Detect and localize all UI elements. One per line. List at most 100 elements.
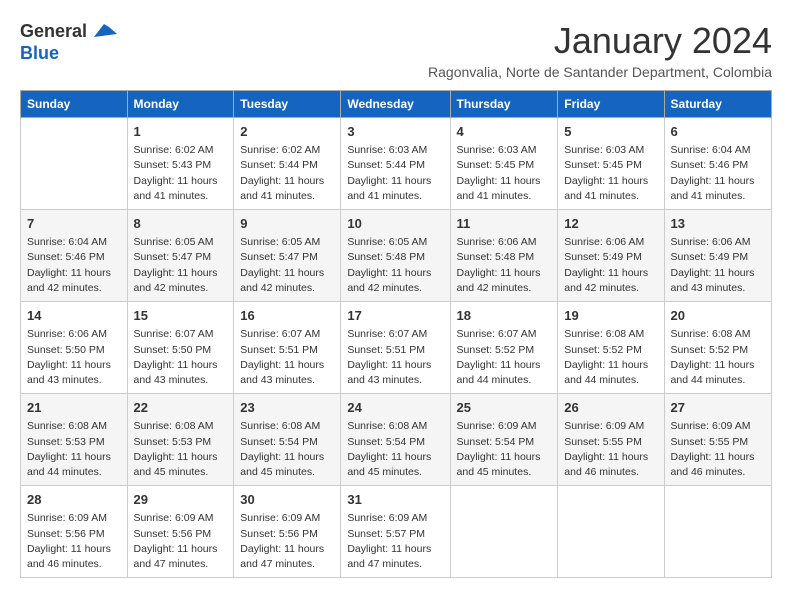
day-number: 23 [240, 399, 334, 417]
calendar-cell: 9 Sunrise: 6:05 AM Sunset: 5:47 PM Daylig… [234, 210, 341, 302]
logo: General Blue [20, 20, 119, 64]
cell-info: Sunrise: 6:08 AM Sunset: 5:54 PM Dayligh… [347, 419, 443, 480]
day-number: 30 [240, 491, 334, 509]
calendar-cell [664, 486, 771, 578]
calendar-header-row: SundayMondayTuesdayWednesdayThursdayFrid… [21, 91, 772, 118]
day-number: 13 [671, 215, 765, 233]
calendar-cell: 8 Sunrise: 6:05 AM Sunset: 5:47 PM Daylig… [127, 210, 234, 302]
calendar-cell: 4 Sunrise: 6:03 AM Sunset: 5:45 PM Daylig… [450, 118, 558, 210]
weekday-header-tuesday: Tuesday [234, 91, 341, 118]
cell-info: Sunrise: 6:09 AM Sunset: 5:56 PM Dayligh… [27, 511, 121, 572]
cell-info: Sunrise: 6:07 AM Sunset: 5:50 PM Dayligh… [134, 327, 228, 388]
cell-info: Sunrise: 6:03 AM Sunset: 5:44 PM Dayligh… [347, 143, 443, 204]
day-number: 21 [27, 399, 121, 417]
day-number: 10 [347, 215, 443, 233]
day-number: 28 [27, 491, 121, 509]
cell-info: Sunrise: 6:05 AM Sunset: 5:47 PM Dayligh… [134, 235, 228, 296]
cell-info: Sunrise: 6:07 AM Sunset: 5:51 PM Dayligh… [240, 327, 334, 388]
calendar-cell: 18 Sunrise: 6:07 AM Sunset: 5:52 PM Dayli… [450, 302, 558, 394]
calendar-cell: 3 Sunrise: 6:03 AM Sunset: 5:44 PM Daylig… [341, 118, 450, 210]
cell-info: Sunrise: 6:03 AM Sunset: 5:45 PM Dayligh… [457, 143, 552, 204]
day-number: 29 [134, 491, 228, 509]
calendar-cell: 27 Sunrise: 6:09 AM Sunset: 5:55 PM Dayli… [664, 394, 771, 486]
calendar-cell: 23 Sunrise: 6:08 AM Sunset: 5:54 PM Dayli… [234, 394, 341, 486]
calendar-cell: 29 Sunrise: 6:09 AM Sunset: 5:56 PM Dayli… [127, 486, 234, 578]
day-number: 7 [27, 215, 121, 233]
calendar-cell: 13 Sunrise: 6:06 AM Sunset: 5:49 PM Dayli… [664, 210, 771, 302]
calendar-cell: 26 Sunrise: 6:09 AM Sunset: 5:55 PM Dayli… [558, 394, 664, 486]
cell-info: Sunrise: 6:08 AM Sunset: 5:53 PM Dayligh… [134, 419, 228, 480]
day-number: 22 [134, 399, 228, 417]
day-number: 14 [27, 307, 121, 325]
calendar-cell: 14 Sunrise: 6:06 AM Sunset: 5:50 PM Dayli… [21, 302, 128, 394]
weekday-header-saturday: Saturday [664, 91, 771, 118]
day-number: 3 [347, 123, 443, 141]
calendar-cell: 2Sunrise: 6:02 AM Sunset: 5:44 PM Daylig… [234, 118, 341, 210]
cell-info: Sunrise: 6:09 AM Sunset: 5:55 PM Dayligh… [671, 419, 765, 480]
calendar-week-row: 21 Sunrise: 6:08 AM Sunset: 5:53 PM Dayli… [21, 394, 772, 486]
day-number: 27 [671, 399, 765, 417]
cell-info: Sunrise: 6:06 AM Sunset: 5:49 PM Dayligh… [564, 235, 657, 296]
day-number: 11 [457, 215, 552, 233]
location-subtitle: Ragonvalia, Norte de Santander Departmen… [428, 64, 772, 80]
calendar-cell: 28 Sunrise: 6:09 AM Sunset: 5:56 PM Dayli… [21, 486, 128, 578]
cell-info: Sunrise: 6:09 AM Sunset: 5:54 PM Dayligh… [457, 419, 552, 480]
calendar-cell: 12 Sunrise: 6:06 AM Sunset: 5:49 PM Dayli… [558, 210, 664, 302]
calendar-week-row: 28 Sunrise: 6:09 AM Sunset: 5:56 PM Dayli… [21, 486, 772, 578]
calendar-cell [558, 486, 664, 578]
day-number: 16 [240, 307, 334, 325]
day-number: 18 [457, 307, 552, 325]
day-number: 5 [564, 123, 657, 141]
day-number: 2 [240, 123, 334, 141]
calendar-cell: 1Sunrise: 6:02 AM Sunset: 5:43 PM Daylig… [127, 118, 234, 210]
calendar-cell: 30 Sunrise: 6:09 AM Sunset: 5:56 PM Dayli… [234, 486, 341, 578]
calendar-cell: 31Sunrise: 6:09 AM Sunset: 5:57 PM Dayli… [341, 486, 450, 578]
cell-info: Sunrise: 6:06 AM Sunset: 5:49 PM Dayligh… [671, 235, 765, 296]
cell-info: Sunrise: 6:08 AM Sunset: 5:53 PM Dayligh… [27, 419, 121, 480]
calendar-cell: 25 Sunrise: 6:09 AM Sunset: 5:54 PM Dayli… [450, 394, 558, 486]
calendar-cell: 6 Sunrise: 6:04 AM Sunset: 5:46 PM Daylig… [664, 118, 771, 210]
day-number: 4 [457, 123, 552, 141]
day-number: 24 [347, 399, 443, 417]
title-section: January 2024 Ragonvalia, Norte de Santan… [428, 20, 772, 80]
calendar-cell: 22 Sunrise: 6:08 AM Sunset: 5:53 PM Dayli… [127, 394, 234, 486]
cell-info: Sunrise: 6:09 AM Sunset: 5:56 PM Dayligh… [134, 511, 228, 572]
cell-info: Sunrise: 6:08 AM Sunset: 5:54 PM Dayligh… [240, 419, 334, 480]
cell-info: Sunrise: 6:09 AM Sunset: 5:55 PM Dayligh… [564, 419, 657, 480]
day-number: 6 [671, 123, 765, 141]
weekday-header-thursday: Thursday [450, 91, 558, 118]
page-header: General Blue January 2024 Ragonvalia, No… [20, 20, 772, 80]
logo-bird-icon [89, 20, 119, 44]
day-number: 19 [564, 307, 657, 325]
cell-info: Sunrise: 6:03 AM Sunset: 5:45 PM Dayligh… [564, 143, 657, 204]
cell-info: Sunrise: 6:05 AM Sunset: 5:47 PM Dayligh… [240, 235, 334, 296]
month-title: January 2024 [428, 20, 772, 62]
day-number: 8 [134, 215, 228, 233]
weekday-header-wednesday: Wednesday [341, 91, 450, 118]
calendar-cell: 20Sunrise: 6:08 AM Sunset: 5:52 PM Dayli… [664, 302, 771, 394]
calendar-cell: 15Sunrise: 6:07 AM Sunset: 5:50 PM Dayli… [127, 302, 234, 394]
day-number: 9 [240, 215, 334, 233]
day-number: 1 [134, 123, 228, 141]
cell-info: Sunrise: 6:07 AM Sunset: 5:52 PM Dayligh… [457, 327, 552, 388]
logo-general: General [20, 21, 87, 41]
day-number: 26 [564, 399, 657, 417]
logo-blue: Blue [20, 44, 119, 64]
calendar-cell [450, 486, 558, 578]
calendar-cell: 19Sunrise: 6:08 AM Sunset: 5:52 PM Dayli… [558, 302, 664, 394]
calendar-cell: 24 Sunrise: 6:08 AM Sunset: 5:54 PM Dayli… [341, 394, 450, 486]
calendar-table: SundayMondayTuesdayWednesdayThursdayFrid… [20, 90, 772, 578]
cell-info: Sunrise: 6:07 AM Sunset: 5:51 PM Dayligh… [347, 327, 443, 388]
calendar-cell: 16 Sunrise: 6:07 AM Sunset: 5:51 PM Dayli… [234, 302, 341, 394]
cell-info: Sunrise: 6:04 AM Sunset: 5:46 PM Dayligh… [671, 143, 765, 204]
day-number: 12 [564, 215, 657, 233]
day-number: 17 [347, 307, 443, 325]
cell-info: Sunrise: 6:06 AM Sunset: 5:50 PM Dayligh… [27, 327, 121, 388]
weekday-header-sunday: Sunday [21, 91, 128, 118]
calendar-week-row: 7Sunrise: 6:04 AM Sunset: 5:46 PM Daylig… [21, 210, 772, 302]
cell-info: Sunrise: 6:09 AM Sunset: 5:56 PM Dayligh… [240, 511, 334, 572]
cell-info: Sunrise: 6:06 AM Sunset: 5:48 PM Dayligh… [457, 235, 552, 296]
cell-info: Sunrise: 6:08 AM Sunset: 5:52 PM Dayligh… [671, 327, 765, 388]
day-number: 25 [457, 399, 552, 417]
calendar-week-row: 1Sunrise: 6:02 AM Sunset: 5:43 PM Daylig… [21, 118, 772, 210]
